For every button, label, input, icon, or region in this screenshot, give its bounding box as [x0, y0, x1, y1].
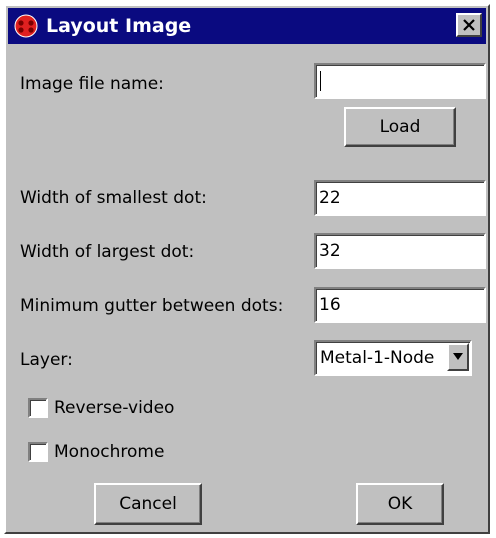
- layer-label: Layer:: [20, 350, 73, 370]
- smallest-dot-input[interactable]: 22: [314, 180, 486, 216]
- largest-dot-label: Width of largest dot:: [20, 242, 195, 262]
- chevron-down-icon: [453, 353, 463, 360]
- monochrome-checkbox[interactable]: [28, 442, 48, 462]
- ok-button[interactable]: OK: [356, 483, 444, 525]
- app-icon: [14, 14, 38, 38]
- load-button[interactable]: Load: [344, 107, 456, 147]
- reverse-video-label[interactable]: Reverse-video: [54, 397, 174, 419]
- cancel-button[interactable]: Cancel: [94, 483, 202, 525]
- largest-dot-input[interactable]: 32: [314, 233, 486, 269]
- layer-select[interactable]: Metal-1-Node: [314, 340, 472, 376]
- text-caret: [320, 71, 321, 91]
- monochrome-label[interactable]: Monochrome: [54, 441, 164, 463]
- layer-selected-value: Metal-1-Node: [320, 348, 435, 368]
- image-file-input[interactable]: [314, 63, 486, 99]
- gutter-label: Minimum gutter between dots:: [20, 296, 284, 316]
- reverse-video-checkbox[interactable]: [28, 398, 48, 418]
- gutter-input[interactable]: 16: [314, 287, 486, 323]
- smallest-dot-label: Width of smallest dot:: [20, 188, 207, 208]
- image-file-label: Image file name:: [20, 74, 164, 94]
- close-icon: [463, 19, 475, 31]
- window-title: Layout Image: [46, 15, 192, 37]
- close-button[interactable]: [456, 13, 482, 37]
- layout-image-dialog: Layout Image Image file name: Load Width…: [4, 4, 490, 534]
- title-bar[interactable]: Layout Image: [8, 8, 486, 44]
- layer-dropdown-button[interactable]: [447, 343, 469, 371]
